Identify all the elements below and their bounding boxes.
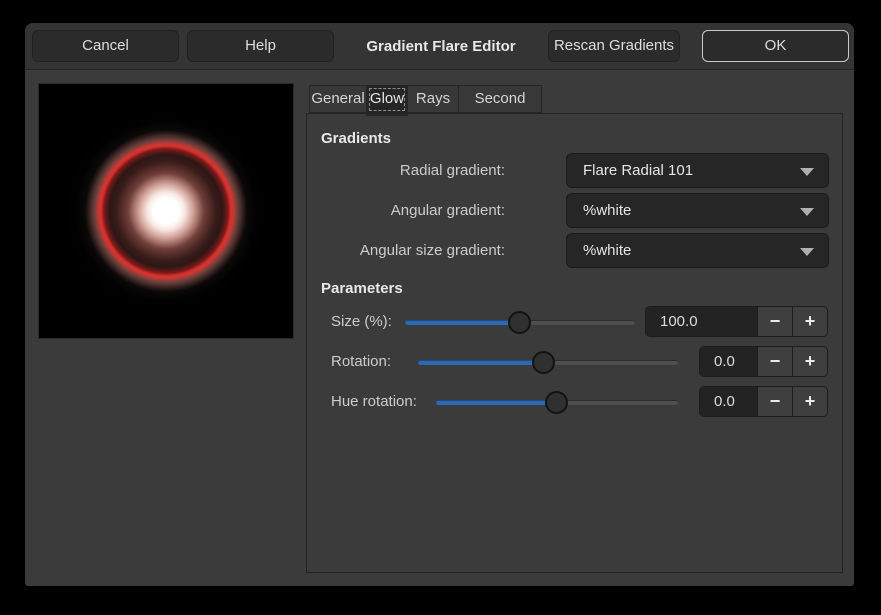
hue-rotation-slider[interactable]	[436, 391, 678, 414]
hue-rotation-value-input[interactable]: 0.0	[700, 387, 757, 416]
minus-icon[interactable]: −	[757, 347, 792, 376]
rescan-gradients-button[interactable]: Rescan Gradients	[548, 30, 680, 62]
cancel-button[interactable]: Cancel	[32, 30, 179, 62]
tab-bar: General Glow Rays Second Flares	[309, 85, 542, 113]
minus-icon[interactable]: −	[757, 307, 792, 336]
flare-image	[39, 84, 293, 338]
hue-rotation-label: Hue rotation:	[331, 392, 417, 412]
angular-gradient-dropdown[interactable]: %white	[566, 193, 829, 228]
dropdown-arrow-icon	[800, 208, 814, 216]
size-label: Size (%):	[331, 312, 392, 332]
plus-icon[interactable]: +	[792, 307, 827, 336]
rotation-value-input[interactable]: 0.0	[700, 347, 757, 376]
minus-icon[interactable]: −	[757, 387, 792, 416]
radial-gradient-value: Flare Radial 101	[583, 162, 693, 179]
rotation-slider-fill	[418, 360, 543, 365]
gradients-section-title: Gradients	[321, 129, 391, 149]
size-slider[interactable]	[405, 311, 635, 334]
tab-glow[interactable]: Glow	[366, 85, 408, 116]
ok-button[interactable]: OK	[702, 30, 849, 62]
tab-general[interactable]: General	[309, 85, 367, 113]
size-value-input[interactable]: 100.0	[646, 307, 757, 336]
dialog-title: Gradient Flare Editor	[334, 23, 548, 70]
tab-rays[interactable]: Rays	[407, 85, 459, 113]
angular-gradient-label: Angular gradient:	[321, 201, 505, 221]
plus-icon[interactable]: +	[792, 347, 827, 376]
hue-rotation-slider-thumb[interactable]	[545, 391, 568, 414]
tab-second-flares[interactable]: Second Flares	[458, 85, 542, 113]
size-spinbox: 100.0 − +	[645, 306, 828, 337]
dropdown-arrow-icon	[800, 248, 814, 256]
angular-size-gradient-label: Angular size gradient:	[321, 241, 505, 261]
flare-preview-area	[38, 83, 294, 339]
size-slider-thumb[interactable]	[508, 311, 531, 334]
rotation-slider[interactable]	[418, 351, 678, 374]
plus-icon[interactable]: +	[792, 387, 827, 416]
angular-gradient-value: %white	[583, 202, 631, 219]
gradient-flare-editor-dialog: Cancel Help Gradient Flare Editor Rescan…	[25, 23, 854, 586]
dropdown-arrow-icon	[800, 168, 814, 176]
angular-size-gradient-value: %white	[583, 242, 631, 259]
parameters-section-title: Parameters	[321, 279, 403, 299]
angular-size-gradient-dropdown[interactable]: %white	[566, 233, 829, 268]
help-button[interactable]: Help	[187, 30, 334, 62]
hue-rotation-slider-fill	[436, 400, 556, 405]
rotation-label: Rotation:	[331, 352, 391, 372]
size-slider-fill	[405, 320, 519, 325]
hue-rotation-spinbox: 0.0 − +	[699, 386, 828, 417]
rotation-slider-thumb[interactable]	[532, 351, 555, 374]
rotation-spinbox: 0.0 − +	[699, 346, 828, 377]
radial-gradient-dropdown[interactable]: Flare Radial 101	[566, 153, 829, 188]
radial-gradient-label: Radial gradient:	[321, 161, 505, 181]
dialog-header-bar: Cancel Help Gradient Flare Editor Rescan…	[25, 23, 854, 70]
